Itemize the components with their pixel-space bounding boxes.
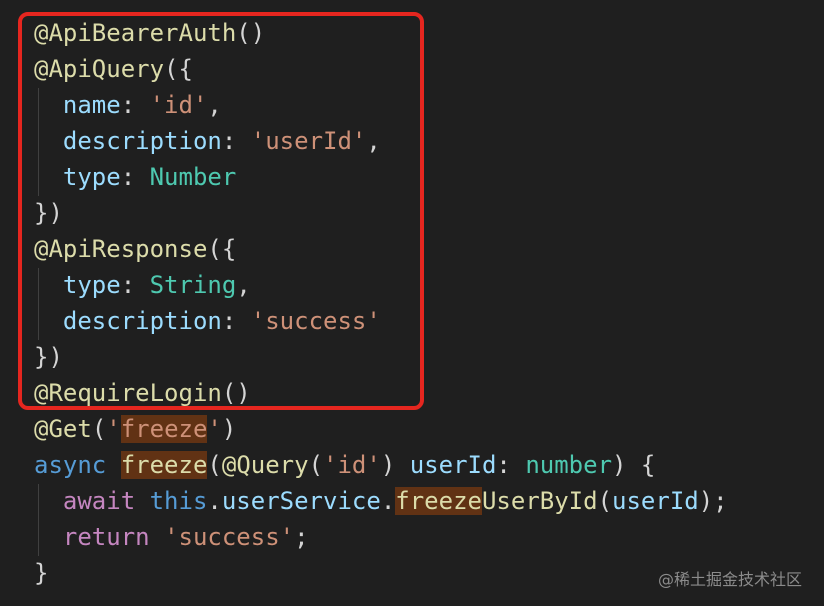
code-line[interactable]: }: [34, 556, 48, 590]
code-token: Get: [48, 415, 92, 443]
code-token: (: [597, 487, 613, 515]
code-token: 'id': [323, 451, 381, 479]
code-token: return: [62, 523, 150, 551]
code-token: await: [62, 487, 136, 515]
code-token: :: [496, 451, 526, 479]
code-token: UserById: [481, 487, 598, 515]
code-token: ;: [294, 523, 309, 551]
code-token: userId: [612, 487, 699, 515]
code-token: .: [380, 487, 396, 515]
code-token: @: [34, 415, 49, 443]
code-token: );: [698, 487, 728, 515]
watermark: @稀土掘金技术社区: [657, 570, 802, 589]
code-line[interactable]: async freeze(@Query('id') userId: number…: [34, 448, 655, 482]
code-token: number: [525, 451, 613, 479]
code-token: ): [221, 415, 237, 443]
code-token: this: [149, 487, 208, 515]
annotation-highlight-box: [18, 12, 424, 410]
code-token: freeze: [120, 415, 208, 443]
code-token: userId: [409, 451, 497, 479]
code-line[interactable]: @Get('freeze'): [34, 412, 236, 446]
code-token: ': [106, 415, 121, 443]
code-token: (: [207, 451, 222, 479]
code-token: (: [91, 415, 107, 443]
code-token: (: [308, 451, 324, 479]
code-line[interactable]: await this.userService.freezeUserById(us…: [34, 484, 728, 518]
code-token: userService: [221, 487, 381, 515]
code-token: }: [34, 559, 49, 587]
code-token: ): [380, 451, 410, 479]
code-token: freeze: [120, 451, 208, 479]
code-editor[interactable]: @ApiBearerAuth() @ApiQuery({ name: 'id', …: [0, 0, 824, 606]
code-token: @: [221, 451, 237, 479]
code-token: 'success': [164, 523, 295, 551]
code-token: Query: [236, 451, 309, 479]
code-token: .: [207, 487, 222, 515]
code-token: freeze: [395, 487, 482, 515]
code-token: ) {: [612, 451, 656, 479]
code-token: ': [207, 415, 222, 443]
code-token: async: [34, 451, 107, 479]
indent-guide: [38, 484, 39, 556]
code-line[interactable]: return 'success';: [34, 520, 309, 554]
